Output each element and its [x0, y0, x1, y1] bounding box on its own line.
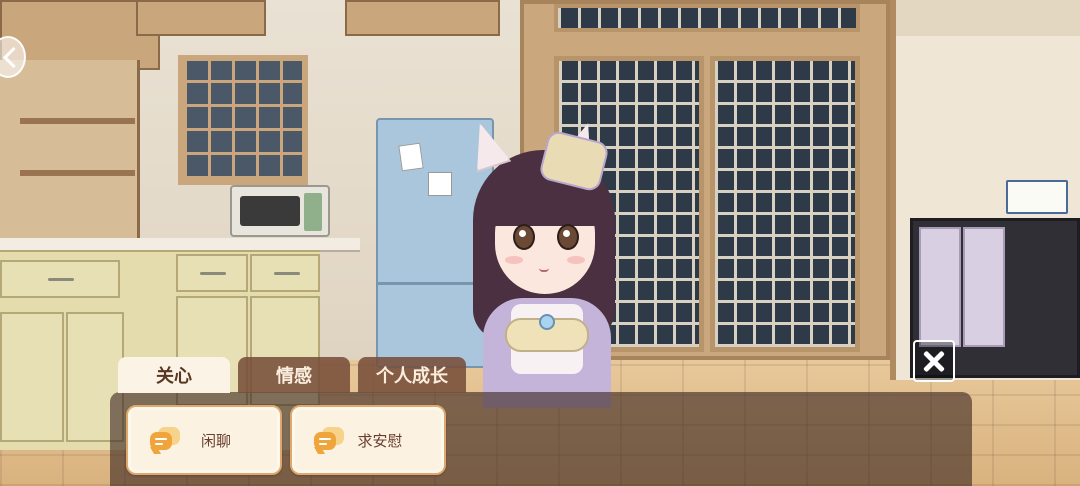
kitchen-window: [178, 55, 308, 185]
chat-button[interactable]: 闲聊: [126, 405, 282, 475]
tab-care[interactable]: 关心: [118, 357, 230, 393]
fridge-photo: [428, 172, 452, 196]
character-portrait: [455, 108, 635, 408]
microwave-panel: [304, 193, 322, 231]
chat-bubble-icon: [314, 427, 344, 453]
upper-cabinet: [136, 0, 266, 36]
wave-pattern: [896, 0, 1080, 36]
shoji-door-right: [710, 56, 860, 352]
wall-shelf: [0, 60, 140, 240]
character-gem: [539, 314, 555, 330]
seek-comfort-button-label: 求安慰: [357, 431, 403, 450]
chat-bubble-icon: [150, 427, 180, 453]
microwave-door: [240, 196, 300, 226]
shelf-board: [20, 170, 135, 176]
close-button[interactable]: [913, 340, 955, 382]
cabinet-door: [963, 227, 1005, 347]
chat-button-label: 闲聊: [200, 431, 231, 450]
shelf-board: [20, 118, 135, 124]
character-eye-left: [513, 224, 535, 250]
character-blush: [567, 256, 585, 264]
desk-calendar: [1006, 180, 1068, 214]
upper-cabinet: [345, 0, 500, 36]
microwave: [230, 185, 330, 237]
counter-drawer: [0, 260, 120, 298]
counter-drawer: [250, 254, 320, 292]
counter-door: [0, 312, 64, 442]
character-blush: [505, 256, 523, 264]
transom-window: [554, 4, 860, 32]
tab-emotion[interactable]: 情感: [238, 357, 350, 393]
fridge-photo: [398, 142, 424, 172]
counter-drawer: [176, 254, 248, 292]
character-eye-right: [557, 224, 579, 250]
seek-comfort-button[interactable]: 求安慰: [290, 405, 446, 475]
cabinet-door: [919, 227, 961, 347]
tab-personal-growth[interactable]: 个人成长: [358, 357, 466, 393]
